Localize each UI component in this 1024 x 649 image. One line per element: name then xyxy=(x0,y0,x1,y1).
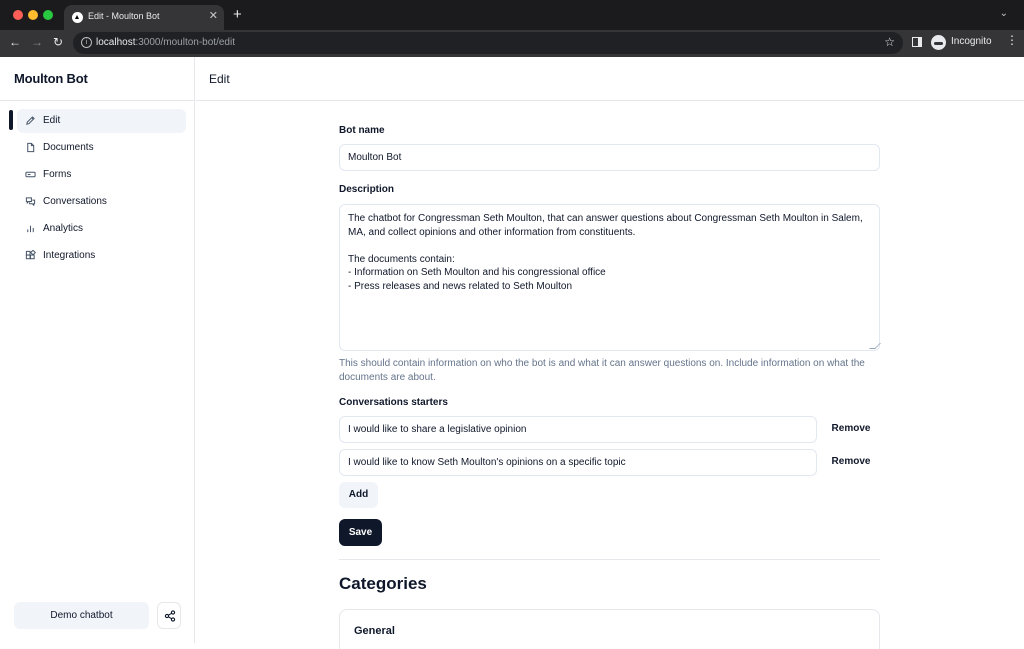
active-indicator xyxy=(9,110,13,130)
categories-heading: Categories xyxy=(339,574,427,593)
address-bar[interactable]: i localhost:3000/moulton-bot/edit ☆ xyxy=(73,32,903,54)
integrations-icon xyxy=(25,250,36,260)
form-icon xyxy=(25,171,36,178)
remove-starter-button[interactable]: Remove xyxy=(826,419,876,439)
divider xyxy=(196,100,1024,101)
side-panel-icon[interactable] xyxy=(912,37,922,47)
new-tab-icon[interactable]: + xyxy=(233,6,242,23)
site-info-icon[interactable]: i xyxy=(81,37,92,48)
description-label: Description xyxy=(339,184,395,195)
save-button[interactable]: Save xyxy=(339,519,382,546)
forward-arrow-icon[interactable]: → xyxy=(31,35,43,49)
sidebar-item-conversations[interactable]: Conversations xyxy=(17,190,186,214)
tab-strip: Edit - Moulton Bot ✕ + ⌄ xyxy=(0,0,1024,30)
remove-starter-button[interactable]: Remove xyxy=(826,452,876,472)
favicon-icon xyxy=(72,12,83,23)
brand-logo: Moulton Bot xyxy=(14,71,88,86)
demo-chatbot-button[interactable]: Demo chatbot xyxy=(14,602,149,629)
sidebar-item-label: Edit xyxy=(43,115,61,126)
sidebar-item-label: Conversations xyxy=(43,196,107,207)
incognito-icon xyxy=(931,35,946,50)
description-textarea[interactable]: The chatbot for Congressman Seth Moulton… xyxy=(339,204,880,351)
sidebar: Moulton Bot Edit Documents Forms Convers… xyxy=(0,57,195,643)
sidebar-item-forms[interactable]: Forms xyxy=(17,163,186,187)
sidebar-item-analytics[interactable]: Analytics xyxy=(17,217,186,241)
browser-tab[interactable]: Edit - Moulton Bot ✕ xyxy=(64,5,224,30)
conversation-starters-label: Conversations starters xyxy=(339,397,448,408)
bot-name-input[interactable] xyxy=(339,144,880,171)
document-icon xyxy=(27,142,35,153)
maximize-window-button[interactable] xyxy=(43,10,53,20)
conversations-icon xyxy=(25,197,36,207)
reload-icon[interactable]: ↻ xyxy=(53,35,63,49)
divider xyxy=(339,559,880,560)
add-starter-button[interactable]: Add xyxy=(339,482,378,508)
browser-chrome: Edit - Moulton Bot ✕ + ⌄ ← → ↻ i localho… xyxy=(0,0,1024,57)
sidebar-item-label: Documents xyxy=(43,142,94,153)
category-card-title: General xyxy=(354,625,395,637)
navigation-bar: ← → ↻ i localhost:3000/moulton-bot/edit … xyxy=(0,30,1024,57)
bookmark-star-icon[interactable]: ☆ xyxy=(884,35,895,49)
tab-search-chevron-icon[interactable]: ⌄ xyxy=(1000,8,1008,19)
back-arrow-icon[interactable]: ← xyxy=(9,35,21,49)
divider xyxy=(0,100,195,101)
analytics-icon xyxy=(27,225,34,233)
url-text: localhost:3000/moulton-bot/edit xyxy=(96,37,235,48)
conversation-starter-input[interactable] xyxy=(339,416,817,443)
bot-name-label: Bot name xyxy=(339,125,385,136)
share-button[interactable] xyxy=(157,602,181,629)
minimize-window-button[interactable] xyxy=(28,10,38,20)
description-help-text: This should contain information on who t… xyxy=(339,358,865,383)
sidebar-item-integrations[interactable]: Integrations xyxy=(17,244,186,268)
sidebar-item-label: Forms xyxy=(43,169,72,180)
tab-close-icon[interactable]: ✕ xyxy=(209,9,218,22)
sidebar-item-documents[interactable]: Documents xyxy=(17,136,186,160)
pencil-icon xyxy=(26,116,35,125)
sidebar-item-edit[interactable]: Edit xyxy=(17,109,186,133)
sidebar-item-label: Analytics xyxy=(43,223,84,234)
incognito-label: Incognito xyxy=(951,36,992,47)
tab-title: Edit - Moulton Bot xyxy=(88,11,160,21)
incognito-profile[interactable]: Incognito xyxy=(928,33,995,52)
browser-menu-icon[interactable]: ⋮ xyxy=(1006,33,1018,47)
conversation-starter-input[interactable] xyxy=(339,449,817,476)
category-card: General xyxy=(339,609,880,649)
page-title: Edit xyxy=(209,72,230,86)
share-icon xyxy=(164,610,176,622)
sidebar-item-label: Integrations xyxy=(43,250,96,261)
close-window-button[interactable] xyxy=(13,10,23,20)
app: Moulton Bot Edit Documents Forms Convers… xyxy=(0,57,1024,649)
